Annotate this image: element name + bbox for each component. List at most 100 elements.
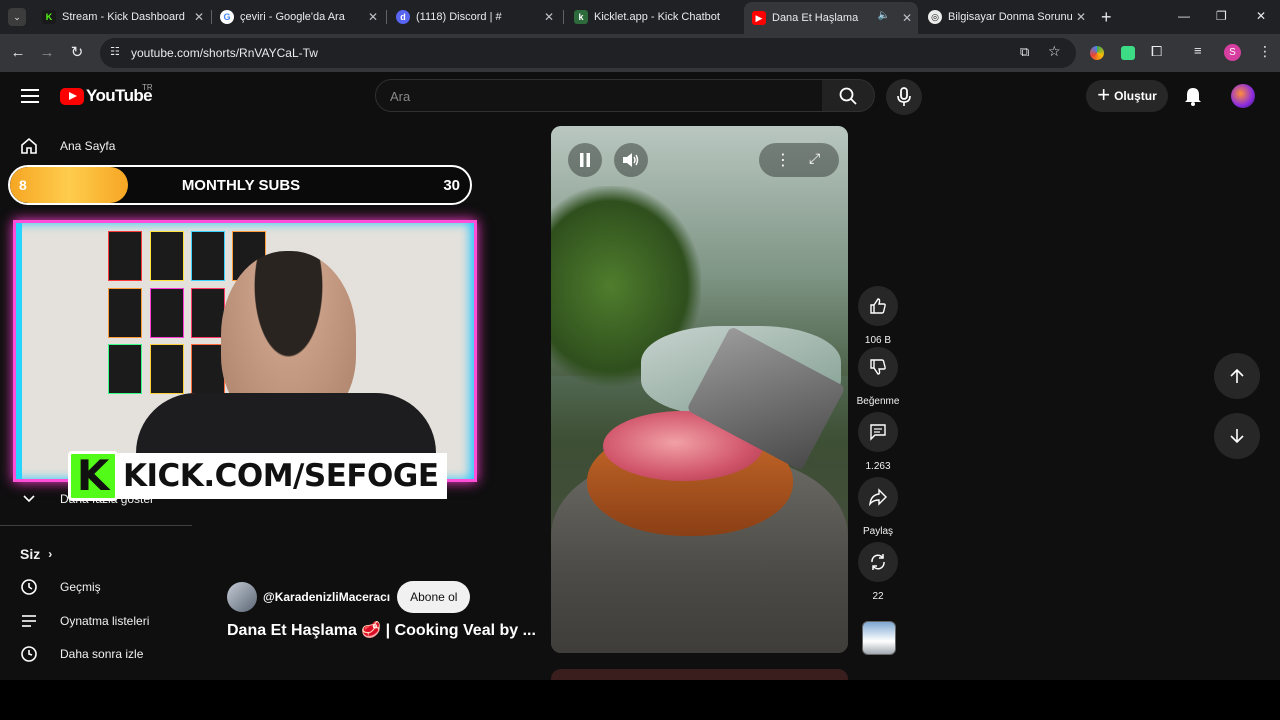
thumbs-down-icon (870, 359, 886, 375)
playlist-icon (22, 615, 36, 627)
address-bar[interactable]: ☷ youtube.com/shorts/RnVAYCaL-Tw ⧉ ☆ (100, 38, 1076, 68)
install-app-icon[interactable]: ⧉ (1020, 44, 1029, 60)
search-button[interactable] (822, 79, 875, 112)
subs-title: MONTHLY SUBS (181, 177, 301, 194)
close-icon[interactable]: ✕ (902, 11, 912, 25)
channel-info: @KaradenizliMaceracı Abone ol (227, 581, 471, 613)
discord-icon: d (396, 10, 410, 24)
sidebar-item-you[interactable]: Siz › (20, 546, 52, 562)
reload-icon[interactable]: ↻ (67, 43, 87, 63)
extension-icon-2[interactable] (1121, 46, 1135, 60)
notifications-bell-icon[interactable] (1184, 86, 1202, 111)
tab-google-search[interactable]: G çeviri - Google'da Ara ✕ (212, 4, 384, 30)
pause-icon (580, 153, 590, 167)
youtube-icon: ▶ (752, 11, 766, 25)
tab-bilgisayar-donma[interactable]: ◎ Bilgisayar Donma Sorunu ✕ (920, 4, 1092, 30)
remix-icon (871, 554, 885, 570)
dislike-action[interactable]: Beğenme (856, 347, 900, 407)
sidebar-item-home[interactable]: Ana Sayfa (20, 137, 115, 155)
volume-icon (623, 153, 639, 167)
url-text: youtube.com/shorts/RnVAYCaL-Tw (131, 46, 318, 60)
sidebar-item-watch-later[interactable]: Daha sonra izle (20, 645, 143, 663)
back-icon[interactable]: ← (8, 43, 28, 63)
like-action[interactable]: 106 B (858, 286, 898, 346)
tab-title: çeviri - Google'da Ara (240, 11, 345, 23)
neon-poster (108, 344, 142, 394)
tab-search-dropdown[interactable]: ⌄ (8, 8, 26, 26)
voice-search-button[interactable] (886, 79, 922, 115)
shorts-video-player[interactable]: ⋮ ⤢ (551, 126, 848, 653)
thumbs-up-icon (870, 298, 886, 314)
previous-short-button[interactable] (1214, 353, 1260, 399)
kick-channel-banner: K KICK.COM/SEFOGE (68, 450, 447, 502)
hamburger-menu-icon[interactable] (21, 88, 39, 109)
create-label: Oluştur (1114, 89, 1157, 103)
tab-youtube-short[interactable]: ▶ Dana Et Haşlama 🔈 ✕ (744, 2, 918, 34)
remix-action[interactable]: 22 (858, 542, 898, 602)
neon-poster (150, 231, 184, 281)
history-icon (21, 579, 37, 595)
short-title[interactable]: Dana Et Haşlama 🥩 | Cooking Veal by ... (227, 620, 536, 640)
bookmark-star-icon[interactable]: ☆ (1048, 43, 1061, 60)
kick-icon: K (42, 10, 56, 24)
remix-button[interactable] (858, 542, 898, 582)
tab-discord[interactable]: d (1118) Discord | # ✕ (388, 4, 560, 30)
volume-button[interactable] (614, 143, 648, 177)
home-icon (21, 137, 37, 154)
site-info-icon[interactable]: ☷ (110, 45, 120, 58)
channel-name[interactable]: @KaradenizliMaceracı (263, 590, 390, 604)
country-code: TR (142, 83, 153, 92)
comments-action[interactable]: 1.263 (858, 412, 898, 472)
chatgpt-icon: ◎ (928, 10, 942, 24)
new-tab-icon[interactable]: + (1101, 7, 1112, 28)
sidebar-divider (0, 525, 192, 526)
dislike-button[interactable] (858, 347, 898, 387)
sidebar-item-label: Oynatma listeleri (60, 614, 150, 628)
extension-icon-1[interactable] (1090, 46, 1104, 60)
browser-tab-bar: ⌄ K Stream - Kick Dashboard ✕ G çeviri -… (0, 0, 1280, 34)
restore-icon[interactable]: ❐ (1216, 9, 1227, 23)
close-icon[interactable]: ✕ (544, 10, 554, 24)
comments-button[interactable] (858, 412, 898, 452)
neon-poster (150, 344, 184, 394)
forward-icon[interactable]: → (37, 43, 57, 63)
neon-poster (191, 231, 225, 281)
pause-button[interactable] (568, 143, 602, 177)
close-icon[interactable]: ✕ (368, 10, 378, 24)
tab-title: Bilgisayar Donma Sorunu (948, 11, 1073, 23)
share-button[interactable] (858, 477, 898, 517)
taskbar-strip (0, 680, 1280, 720)
clock-icon (21, 646, 37, 662)
tab-kicklet[interactable]: k Kicklet.app - Kick Chatbot (566, 4, 742, 30)
window-close-icon[interactable]: ✕ (1256, 9, 1266, 23)
browser-menu-icon[interactable]: ⋮ (1258, 43, 1272, 60)
google-icon: G (220, 10, 234, 24)
close-icon[interactable]: ✕ (1076, 10, 1086, 24)
next-short-button[interactable] (1214, 413, 1260, 459)
fullscreen-icon[interactable]: ⤢ (809, 150, 820, 167)
youtube-logo[interactable]: YouTube (60, 86, 153, 106)
close-icon[interactable]: ✕ (194, 10, 204, 24)
kicklet-icon: k (574, 10, 588, 24)
webcam-overlay (13, 220, 477, 482)
profile-avatar[interactable]: S (1224, 44, 1241, 61)
search-input[interactable]: Ara (375, 79, 823, 112)
sound-thumbnail[interactable] (862, 621, 896, 655)
subscribe-button[interactable]: Abone ol (397, 581, 471, 613)
channel-avatar[interactable] (227, 582, 257, 612)
like-button[interactable] (858, 286, 898, 326)
minimize-icon[interactable]: — (1178, 9, 1190, 23)
tab-kick-dashboard[interactable]: K Stream - Kick Dashboard ✕ (34, 4, 210, 30)
sidebar-item-playlists[interactable]: Oynatma listeleri (20, 612, 149, 630)
extensions-puzzle-icon[interactable]: ⧠ (1151, 43, 1162, 60)
share-action[interactable]: Paylaş (858, 477, 898, 537)
media-control-icon[interactable]: ≡ (1194, 43, 1202, 58)
youtube-play-icon (60, 87, 84, 105)
more-options-icon[interactable]: ⋮ (775, 150, 791, 170)
create-button[interactable]: + Oluştur (1086, 80, 1168, 112)
player-top-right-controls (759, 143, 839, 177)
arrow-up-icon (1230, 368, 1244, 383)
sidebar-item-history[interactable]: Geçmiş (20, 578, 101, 596)
account-avatar[interactable] (1231, 84, 1255, 108)
tab-audio-icon[interactable]: 🔈 (878, 10, 890, 21)
